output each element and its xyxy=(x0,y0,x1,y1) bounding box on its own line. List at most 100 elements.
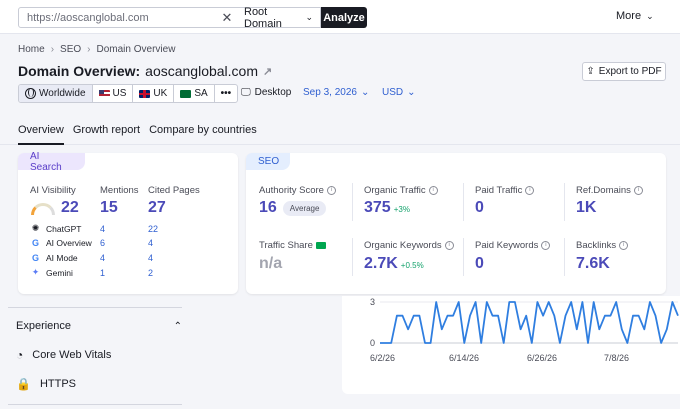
seo-chip: SEO xyxy=(246,153,290,170)
info-icon[interactable]: i xyxy=(525,186,535,195)
device-select[interactable]: 🖵 Desktop xyxy=(241,87,291,98)
google-icon: G xyxy=(31,252,39,263)
domain-search-input[interactable]: https://aoscanglobal.com ✕ xyxy=(18,7,238,28)
more-menu-button[interactable]: More ⌄ xyxy=(616,10,654,22)
paid-traffic-label: Paid Traffic i xyxy=(475,185,535,196)
export-pdf-button[interactable]: ⇪ Export to PDF xyxy=(582,62,666,81)
paid-keywords-label: Paid Keywords i xyxy=(475,240,551,251)
lock-icon: 🔒 xyxy=(16,377,31,391)
page-title-domain: aoscanglobal.com xyxy=(145,63,259,79)
date-select[interactable]: Sep 3, 2026 ⌄ xyxy=(303,87,369,98)
breadcrumb-seo[interactable]: SEO xyxy=(60,44,81,55)
mentions-value[interactable]: 15 xyxy=(100,199,118,217)
backlinks-value[interactable]: 7.6K xyxy=(576,255,610,273)
info-icon[interactable]: i xyxy=(633,186,643,195)
row-mentions[interactable]: 4 xyxy=(100,224,105,234)
currency-select[interactable]: USD ⌄ xyxy=(382,87,416,98)
analyze-button[interactable]: Analyze xyxy=(321,7,367,28)
db-us[interactable]: US xyxy=(93,85,134,102)
side-item-core-web-vitals[interactable]: ◔ Core Web Vitals xyxy=(16,348,111,362)
backlinks-label-text: Backlinks xyxy=(576,240,617,251)
paid-keywords-label-text: Paid Keywords xyxy=(475,240,539,251)
gauge-icon: ◔ xyxy=(16,348,24,362)
row-cited[interactable]: 22 xyxy=(148,224,158,234)
chevron-down-icon: ⌄ xyxy=(646,10,654,21)
gemini-icon: ✦ xyxy=(31,267,40,277)
organic-keywords-value[interactable]: 2.7K xyxy=(364,255,398,273)
list-item: G AI Mode xyxy=(30,252,78,263)
chevron-down-icon: ⌄ xyxy=(305,12,313,22)
authority-score-value[interactable]: 16 xyxy=(259,199,277,217)
db-worldwide[interactable]: Worldwide xyxy=(19,85,93,102)
more-label: More xyxy=(616,10,642,22)
row-cited[interactable]: 4 xyxy=(148,238,153,248)
cited-pages-label: Cited Pages xyxy=(148,185,200,196)
row-mentions[interactable]: 1 xyxy=(100,268,105,278)
paid-keywords-value[interactable]: 0 xyxy=(475,255,484,273)
tab-bar: Overview Growth report Compare by countr… xyxy=(18,124,257,145)
list-item: ✦ Gemini xyxy=(30,267,73,278)
db-more[interactable]: ••• xyxy=(215,85,238,102)
db-sa[interactable]: SA xyxy=(174,85,215,102)
ref-domains-value[interactable]: 1K xyxy=(576,199,596,217)
side-item-https[interactable]: 🔒 HTTPS xyxy=(16,377,76,391)
chart-panel: 3 0 6/2/26 6/14/26 6/26/26 7/8/26 xyxy=(342,296,680,394)
x-tick-label: 7/8/26 xyxy=(604,353,629,363)
row-cited[interactable]: 2 xyxy=(148,268,153,278)
monitor-icon: 🖵 xyxy=(241,87,251,98)
row-mentions[interactable]: 4 xyxy=(100,253,105,263)
info-icon[interactable]: i xyxy=(428,186,438,195)
export-pdf-label: Export to PDF xyxy=(598,66,662,77)
db-worldwide-label: Worldwide xyxy=(39,88,86,99)
side-item-label: Core Web Vitals xyxy=(32,349,112,361)
info-icon[interactable]: i xyxy=(326,186,336,195)
info-icon[interactable]: i xyxy=(619,241,629,250)
traffic-line-chart: 3 0 6/2/26 6/14/26 6/26/26 7/8/26 xyxy=(370,297,679,363)
x-tick-label: 6/26/26 xyxy=(527,353,557,363)
info-icon[interactable]: i xyxy=(444,241,454,250)
list-item: ✺ ChatGPT xyxy=(30,223,82,234)
experience-heading: Experience xyxy=(16,320,72,332)
row-cited[interactable]: 4 xyxy=(148,253,153,263)
search-input-value[interactable]: https://aoscanglobal.com xyxy=(19,12,217,24)
chevron-up-icon: ⌃ xyxy=(173,320,182,332)
ai-visibility-value: 22 xyxy=(61,199,79,216)
tab-growth-report[interactable]: Growth report xyxy=(73,124,140,145)
organic-traffic-block: 375 +3% xyxy=(364,199,410,217)
clear-icon[interactable]: ✕ xyxy=(217,10,237,26)
root-domain-select[interactable]: Root Domain ⌄ xyxy=(237,6,321,30)
more-icon: ••• xyxy=(220,88,232,99)
row-name: ChatGPT xyxy=(46,223,82,234)
ref-domains-label-text: Ref.Domains xyxy=(576,185,631,196)
external-link-icon[interactable]: ↗ xyxy=(263,65,272,78)
ai-search-chip: AI Search xyxy=(18,151,85,173)
tab-overview[interactable]: Overview xyxy=(18,124,64,145)
authority-badge: Average xyxy=(282,200,327,216)
info-icon[interactable]: i xyxy=(541,241,551,250)
row-name: AI Overview xyxy=(46,237,92,248)
paid-traffic-value[interactable]: 0 xyxy=(475,199,484,217)
breadcrumb-home[interactable]: Home xyxy=(18,44,45,55)
divider xyxy=(463,183,464,221)
organic-traffic-value[interactable]: 375 xyxy=(364,199,391,217)
tab-compare-countries[interactable]: Compare by countries xyxy=(149,124,257,145)
organic-traffic-delta: +3% xyxy=(393,205,410,214)
page-title-prefix: Domain Overview: xyxy=(18,63,141,79)
x-tick-label: 6/2/26 xyxy=(370,353,395,363)
date-label: Sep 3, 2026 xyxy=(303,87,357,98)
ref-domains-label: Ref.Domains i xyxy=(576,185,643,196)
flag-uk-icon xyxy=(139,89,151,98)
series-line xyxy=(380,301,679,344)
cited-pages-value[interactable]: 27 xyxy=(148,199,166,217)
backlinks-label: Backlinks i xyxy=(576,240,629,251)
experience-section-header[interactable]: Experience ⌃ xyxy=(16,320,182,332)
row-mentions[interactable]: 6 xyxy=(100,238,105,248)
db-us-label: US xyxy=(112,88,127,99)
db-uk[interactable]: UK xyxy=(133,85,175,102)
currency-label: USD xyxy=(382,87,404,98)
divider xyxy=(564,238,565,276)
organic-keywords-label: Organic Keywords i xyxy=(364,240,454,251)
page-title: Domain Overview: aoscanglobal.com ↗ xyxy=(18,63,272,79)
divider xyxy=(564,183,565,221)
divider xyxy=(8,404,182,405)
